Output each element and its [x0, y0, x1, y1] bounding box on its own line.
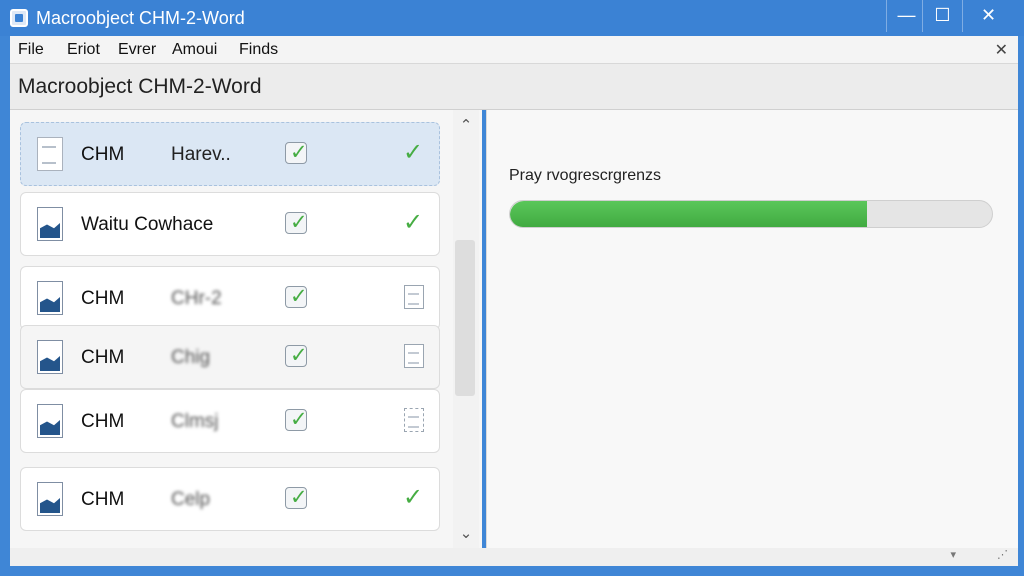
page-header: Macroobject CHM-2-Word: [10, 64, 1018, 110]
status-complete-icon: ✓: [403, 138, 424, 166]
page-title: Macroobject CHM-2-Word: [18, 75, 262, 98]
menu-edit[interactable]: Eriot: [67, 41, 100, 59]
progress-bar: [509, 200, 993, 228]
file-name-label: Chig: [171, 347, 211, 368]
file-list-pane: CHM Harev.. ✓ ✓ Waitu Cowhace ✓ ✓ CHM CH…: [10, 110, 482, 548]
file-name-label: Harev..: [171, 144, 231, 165]
file-name-label: Clmsj: [171, 411, 219, 432]
include-checkbox[interactable]: ✓: [285, 407, 308, 431]
scroll-up-icon[interactable]: ⌃: [458, 116, 474, 134]
vertical-scrollbar[interactable]: ⌃ ⌄: [453, 110, 479, 548]
minimize-button[interactable]: —: [886, 0, 926, 32]
status-complete-icon: ✓: [403, 483, 424, 511]
include-checkbox[interactable]: ✓: [285, 210, 308, 234]
status-complete-icon: ✓: [403, 208, 424, 236]
include-checkbox[interactable]: ✓: [285, 485, 308, 509]
menu-finds[interactable]: Finds: [239, 41, 278, 59]
progress-bar-fill: [510, 201, 867, 227]
progress-pane: Pray rvogrescrgrenzs: [486, 110, 1018, 548]
maximize-button[interactable]: ☐: [922, 0, 962, 32]
checkmark-icon: ✓: [290, 140, 308, 164]
menu-file[interactable]: File: [18, 41, 44, 59]
file-type-label: CHM: [81, 411, 125, 432]
chm-file-icon: [37, 281, 63, 315]
file-row[interactable]: CHM Clmsj ✓: [20, 389, 440, 453]
close-button[interactable]: ✕: [962, 0, 1014, 32]
file-row[interactable]: CHM CHr-2 ✓: [20, 266, 440, 330]
file-type-label: CHM: [81, 347, 125, 368]
checkmark-icon: ✓: [290, 210, 308, 234]
menu-about[interactable]: Amoui: [172, 41, 217, 59]
checkmark-icon: ✓: [290, 485, 308, 509]
app-icon: [10, 9, 28, 27]
document-icon: [37, 137, 63, 171]
file-name-label: CHr-2: [171, 288, 222, 309]
file-row[interactable]: CHM Harev.. ✓ ✓: [20, 122, 440, 186]
status-document-icon: [404, 285, 424, 309]
file-name-label: Celp: [171, 489, 211, 510]
file-row[interactable]: CHM Chig ✓: [20, 325, 440, 389]
scroll-down-icon[interactable]: ⌄: [458, 524, 474, 542]
progress-label: Pray rvogrescrgrenzs: [509, 167, 662, 184]
status-dashed-document-icon: [404, 408, 424, 432]
status-bar: ▾ ⋰: [10, 548, 1018, 566]
file-type-label: CHM: [81, 144, 125, 165]
checkmark-icon: ✓: [290, 407, 308, 431]
resize-grip-icon[interactable]: ⋰: [997, 548, 1008, 561]
chm-file-icon: [37, 482, 63, 516]
menu-view[interactable]: Evrer: [118, 41, 156, 59]
scrollbar-thumb[interactable]: [455, 240, 475, 396]
title-bar[interactable]: Macroobject CHM-2-Word — ☐ ✕: [0, 0, 1024, 36]
chm-file-icon: [37, 404, 63, 438]
small-down-arrow-icon: ▾: [950, 549, 956, 561]
include-checkbox[interactable]: ✓: [285, 140, 308, 164]
chm-file-icon: [37, 207, 63, 241]
status-document-icon: [404, 344, 424, 368]
file-row[interactable]: Waitu Cowhace ✓ ✓: [20, 192, 440, 256]
chm-file-icon: [37, 340, 63, 374]
app-window: Macroobject CHM-2-Word — ☐ ✕ File Eriot …: [0, 0, 1024, 576]
file-row[interactable]: CHM Celp ✓ ✓: [20, 467, 440, 531]
include-checkbox[interactable]: ✓: [285, 343, 308, 367]
menu-bar: File Eriot Evrer Amoui Finds ✕: [10, 36, 1018, 64]
window-title: Macroobject CHM-2-Word: [36, 8, 245, 28]
file-type-label: Waitu Cowhace: [81, 214, 214, 235]
checkmark-icon: ✓: [290, 284, 308, 308]
menu-close-icon[interactable]: ✕: [995, 40, 1008, 60]
checkmark-icon: ✓: [290, 343, 308, 367]
file-type-label: CHM: [81, 489, 125, 510]
file-type-label: CHM: [81, 288, 125, 309]
include-checkbox[interactable]: ✓: [285, 284, 308, 308]
